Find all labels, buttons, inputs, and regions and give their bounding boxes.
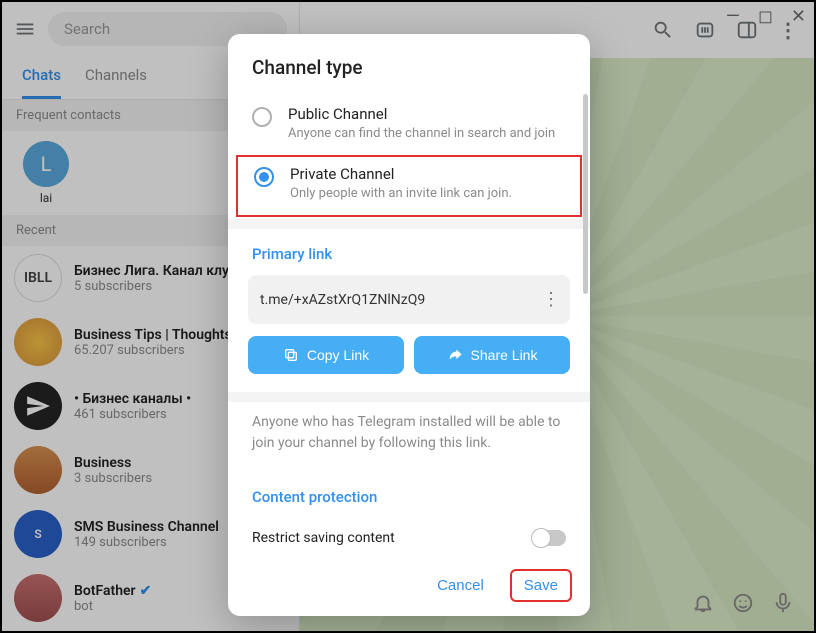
restrict-saving-row[interactable]: Restrict saving content [228, 518, 590, 555]
channel-type-modal: Channel type Public Channel Anyone can f… [228, 34, 590, 616]
modal-body: Public Channel Anyone can find the chann… [228, 95, 590, 555]
toggle-off-icon[interactable] [532, 530, 566, 546]
copy-icon [283, 347, 299, 363]
copy-link-button[interactable]: Copy Link [248, 336, 404, 374]
invite-link-field[interactable]: t.me/+xAZstXrQ1ZNlNzQ9 ⋮ [248, 275, 570, 324]
save-button[interactable]: Save [510, 569, 572, 602]
scrollbar[interactable] [583, 95, 588, 555]
invite-link-value: t.me/+xAZstXrQ1ZNlNzQ9 [260, 292, 425, 308]
radio-unselected-icon [252, 107, 272, 127]
primary-link-title: Primary link [228, 229, 590, 275]
restrict-label: Restrict saving content [252, 530, 395, 546]
option-private-channel[interactable]: Private Channel Only people with an invi… [236, 155, 582, 217]
share-icon [447, 347, 463, 363]
option-desc: Anyone can find the channel in search an… [288, 125, 555, 143]
link-info-text: Anyone who has Telegram installed will b… [228, 402, 590, 472]
option-public-channel[interactable]: Public Channel Anyone can find the chann… [228, 95, 590, 153]
modal-title: Channel type [228, 34, 590, 95]
radio-selected-icon [254, 167, 274, 187]
cancel-button[interactable]: Cancel [423, 569, 498, 602]
option-desc: Only people with an invite link can join… [290, 185, 512, 203]
share-link-button[interactable]: Share Link [414, 336, 570, 374]
option-label: Public Channel [288, 105, 555, 123]
modal-footer: Cancel Save [228, 555, 590, 616]
content-protection-title: Content protection [228, 472, 590, 518]
option-label: Private Channel [290, 165, 512, 183]
more-icon[interactable]: ⋮ [542, 289, 558, 310]
